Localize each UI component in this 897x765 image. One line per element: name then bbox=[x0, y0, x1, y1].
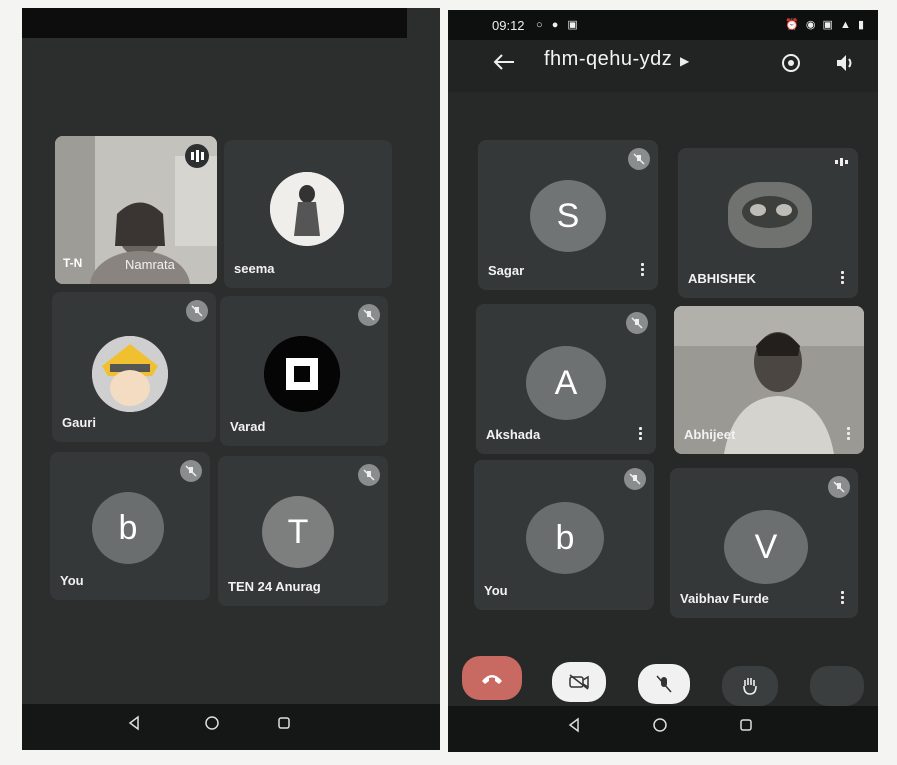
participant-name: seema bbox=[234, 261, 275, 276]
mic-off-icon bbox=[656, 675, 672, 693]
mic-off-icon bbox=[626, 312, 648, 334]
avatar bbox=[270, 172, 344, 246]
participant-name: TEN 24 Anurag bbox=[228, 579, 321, 594]
participant-name: You bbox=[60, 573, 84, 588]
camera-off-button[interactable] bbox=[552, 662, 606, 702]
avatar bbox=[264, 336, 340, 412]
mic-off-icon bbox=[628, 148, 650, 170]
tile-overlay-text: T-N bbox=[63, 256, 83, 270]
android-nav-bar bbox=[22, 704, 440, 750]
android-nav-bar bbox=[448, 706, 878, 752]
switch-camera-icon[interactable] bbox=[778, 50, 804, 76]
participant-name: ABHISHEK bbox=[688, 271, 756, 286]
avatar-initial: S bbox=[530, 180, 606, 252]
participant-tile-abhishek[interactable]: ABHISHEK bbox=[678, 148, 858, 298]
end-call-button[interactable] bbox=[462, 656, 522, 700]
participant-tile-varad[interactable]: Varad bbox=[220, 296, 388, 446]
more-options-button[interactable] bbox=[810, 666, 864, 706]
avatar-initial: b bbox=[92, 492, 164, 564]
nav-back-icon[interactable] bbox=[126, 715, 142, 736]
more-vert-icon[interactable] bbox=[841, 271, 844, 284]
mic-off-button[interactable] bbox=[638, 664, 690, 704]
more-vert-icon[interactable] bbox=[847, 427, 850, 440]
participant-tile-anurag[interactable]: T TEN 24 Anurag bbox=[218, 456, 388, 606]
participant-name: Akshada bbox=[486, 427, 541, 442]
speaker-icon[interactable] bbox=[832, 50, 858, 76]
raise-hand-button[interactable] bbox=[722, 666, 778, 706]
camera-off-icon bbox=[569, 674, 589, 690]
avatar-initial: T bbox=[262, 496, 334, 568]
chevron-right-icon[interactable]: ▶ bbox=[680, 54, 689, 68]
left-phone-screen: T-N Namrata seema Gauri Varad b You T TE… bbox=[22, 8, 440, 750]
participant-tile-you[interactable]: b You bbox=[50, 452, 210, 600]
participant-name: Varad bbox=[230, 419, 266, 434]
more-vert-icon[interactable] bbox=[639, 427, 642, 440]
participant-tile-vaibhav[interactable]: V Vaibhav Furde bbox=[670, 468, 858, 618]
participant-tile-gauri[interactable]: Gauri bbox=[52, 292, 216, 442]
more-vert-icon[interactable] bbox=[841, 591, 844, 604]
participant-tile-akshada[interactable]: A Akshada bbox=[476, 304, 656, 454]
nav-back-icon[interactable] bbox=[566, 717, 582, 738]
status-bar: 09:12 ○ ● ▣ ⏰ ◉ ▣ ▲ ▮ bbox=[448, 10, 878, 40]
mic-off-icon bbox=[828, 476, 850, 498]
participant-name: You bbox=[484, 583, 508, 598]
raise-hand-icon bbox=[743, 678, 757, 695]
avatar-initial: b bbox=[526, 502, 604, 574]
nav-recents-icon[interactable] bbox=[276, 715, 292, 736]
participant-name: Namrata bbox=[125, 257, 175, 272]
back-arrow-icon[interactable] bbox=[492, 50, 518, 74]
status-left-icons: ○ ● ▣ bbox=[536, 19, 581, 31]
participant-tile-you[interactable]: b You bbox=[474, 460, 654, 610]
mic-off-icon bbox=[358, 304, 380, 326]
mic-off-icon bbox=[186, 300, 208, 322]
status-right-icons: ⏰ ◉ ▣ ▲ ▮ bbox=[785, 19, 866, 31]
avatar bbox=[92, 336, 168, 412]
participant-name: Gauri bbox=[62, 415, 96, 430]
audio-level-icon bbox=[835, 158, 848, 166]
status-bar bbox=[22, 8, 407, 38]
nav-home-icon[interactable] bbox=[652, 717, 668, 738]
right-phone-screen: 09:12 ○ ● ▣ ⏰ ◉ ▣ ▲ ▮ fhm-qehu-ydz ▶ S S… bbox=[448, 10, 878, 752]
avatar-initial: V bbox=[724, 510, 808, 584]
participant-tile-seema[interactable]: seema bbox=[224, 140, 392, 288]
participant-tile-sagar[interactable]: S Sagar bbox=[478, 140, 658, 290]
mic-off-icon bbox=[624, 468, 646, 490]
mic-off-icon bbox=[358, 464, 380, 486]
status-time: 09:12 bbox=[492, 18, 525, 33]
audio-level-icon bbox=[185, 144, 209, 168]
participant-name: Sagar bbox=[488, 263, 525, 278]
nav-recents-icon[interactable] bbox=[738, 717, 754, 738]
participant-tile-namrata[interactable]: T-N Namrata bbox=[55, 136, 217, 284]
participant-name: Abhijeet bbox=[684, 427, 736, 442]
meeting-code[interactable]: fhm-qehu-ydz bbox=[544, 48, 672, 71]
participant-tile-abhijeet[interactable]: Abhijeet bbox=[674, 306, 864, 454]
participant-name: Vaibhav Furde bbox=[680, 591, 769, 606]
mic-off-icon bbox=[180, 460, 202, 482]
avatar-initial: A bbox=[526, 346, 606, 420]
more-vert-icon[interactable] bbox=[641, 263, 644, 276]
avatar bbox=[728, 182, 812, 248]
nav-home-icon[interactable] bbox=[204, 715, 220, 736]
end-call-icon bbox=[482, 675, 502, 684]
